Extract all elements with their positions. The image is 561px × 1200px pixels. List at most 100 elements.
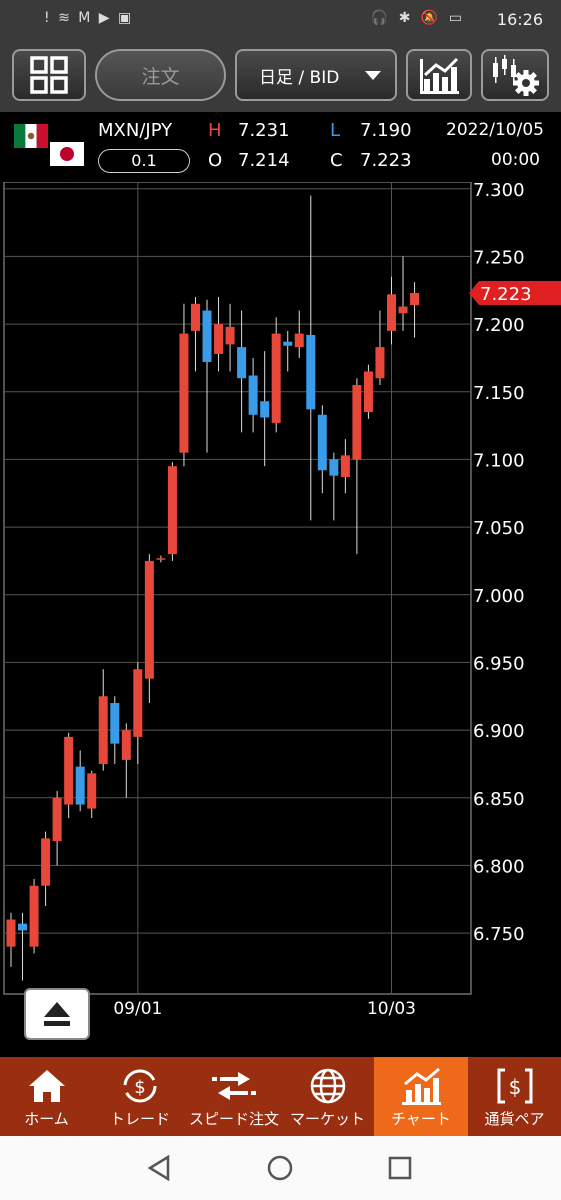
- trade-icon: $: [123, 1069, 157, 1103]
- candle-body: [167, 466, 177, 555]
- candle-body: [225, 326, 235, 345]
- candle-body: [352, 385, 362, 460]
- high-value: 7.231: [238, 120, 290, 141]
- home-circle-icon[interactable]: [266, 1154, 294, 1182]
- indicator-chart-icon: [420, 57, 459, 94]
- y-tick-label: 6.950: [473, 653, 525, 674]
- svg-text:$: $: [134, 1077, 145, 1098]
- candle-body: [283, 341, 293, 346]
- status-right-icons: 🎧 ✱ 🔕 ▭: [370, 10, 465, 26]
- y-tick-label: 7.000: [473, 586, 525, 607]
- y-tick-label: 7.250: [473, 247, 525, 268]
- candle-body: [190, 303, 200, 331]
- y-tick-label: 7.300: [473, 182, 525, 201]
- candle-body: [237, 347, 247, 379]
- order-button[interactable]: 注文: [95, 49, 226, 101]
- tab-chart[interactable]: チャート: [374, 1057, 468, 1136]
- tab-currency-pair[interactable]: $ 通貨ペア: [468, 1057, 561, 1136]
- y-tick-label: 7.200: [473, 315, 525, 336]
- candle-body: [260, 401, 270, 418]
- candle-body: [64, 736, 74, 805]
- candle-body: [398, 306, 408, 314]
- plot-border: [3, 182, 472, 995]
- candlestick-chart[interactable]: 7.300 7.250 7.200 7.150 7.100 7.050 7.000 6.950…: [0, 182, 561, 1057]
- candle-body: [375, 347, 385, 379]
- chart-settings-button[interactable]: [481, 49, 549, 101]
- candle-body: [202, 310, 212, 362]
- candle-body: [306, 334, 316, 410]
- candle-body: [98, 696, 108, 764]
- period-label: 日足 / BID: [259, 67, 340, 88]
- toolbar: 注文 日足 / BID: [0, 42, 561, 112]
- open-label: O: [208, 150, 223, 171]
- layout-grid-button[interactable]: [12, 49, 86, 101]
- candle-body: [214, 324, 224, 354]
- low-value: 7.190: [360, 120, 412, 141]
- y-tick-label: 6.900: [473, 721, 525, 742]
- candle-body: [41, 838, 51, 886]
- lot-size-field[interactable]: 0.1: [98, 149, 190, 173]
- open-value: 7.214: [238, 150, 290, 171]
- candle-body: [271, 333, 281, 423]
- candle-body: [87, 773, 97, 809]
- candle-body: [144, 560, 154, 679]
- tab-trade[interactable]: $ トレード: [93, 1057, 187, 1136]
- candle-body: [248, 375, 258, 415]
- tab-market[interactable]: マーケット: [281, 1057, 374, 1136]
- candle-body: [52, 797, 62, 842]
- collapse-panel-button[interactable]: [24, 988, 90, 1040]
- chart-grid: [3, 182, 472, 995]
- speed-order-icon: [212, 1072, 256, 1100]
- y-tick-label: 6.800: [473, 856, 525, 877]
- candle-body: [156, 558, 166, 560]
- candle-date: 2022/10/05: [446, 120, 544, 140]
- back-icon[interactable]: [146, 1154, 174, 1182]
- tab-currency-pair-label: 通貨ペア: [484, 1110, 545, 1128]
- candle-body: [18, 923, 28, 931]
- low-label: L: [330, 120, 341, 141]
- currency-pair-icon: $: [497, 1068, 532, 1104]
- recents-icon[interactable]: [386, 1154, 414, 1182]
- x-tick-label: 10/03: [367, 999, 416, 1019]
- candle-body: [363, 371, 373, 413]
- candle-body: [6, 919, 16, 947]
- close-label: C: [330, 150, 343, 171]
- candle-settings-icon: [493, 55, 539, 96]
- home-icon: [28, 1070, 65, 1102]
- status-time: 16:26: [496, 10, 543, 29]
- status-bar: ! ≋ M ▶ ▣ 🎧 ✱ 🔕 ▭ 16:26: [0, 0, 561, 42]
- candle-time: 00:00: [491, 150, 540, 170]
- caret-down-icon: [365, 71, 381, 80]
- candle-body: [133, 669, 143, 737]
- currency-pair-label: MXN/JPY: [98, 120, 173, 141]
- tab-trade-label: トレード: [109, 1110, 170, 1128]
- indicator-button[interactable]: [406, 49, 472, 101]
- period-select[interactable]: 日足 / BID: [235, 49, 397, 101]
- tab-home[interactable]: ホーム: [0, 1057, 93, 1136]
- candle-body: [75, 766, 85, 805]
- candle-body: [179, 333, 189, 453]
- tab-market-label: マーケット: [289, 1110, 365, 1128]
- candle-body: [110, 703, 120, 744]
- last-price-marker: 7.223: [469, 280, 561, 305]
- y-tick-label: 7.100: [473, 450, 525, 471]
- y-tick-label: 6.850: [473, 789, 525, 810]
- status-left-icons: ! ≋ M ▶ ▣: [44, 10, 134, 26]
- close-value: 7.223: [360, 150, 412, 171]
- market-icon: [310, 1068, 345, 1104]
- chart-icon: [402, 1067, 441, 1105]
- x-tick-label: 09/01: [113, 999, 162, 1019]
- candle-body: [29, 885, 39, 947]
- tab-speed-order-label: スピード注文: [188, 1110, 279, 1128]
- tab-speed-order[interactable]: スピード注文: [187, 1057, 281, 1136]
- japan-flag-icon: [50, 142, 84, 166]
- price-info-bar: MXN/JPY 0.1 H 7.231 O 7.214 L 7.190 C 7.…: [0, 112, 561, 182]
- candle-body: [317, 414, 327, 471]
- y-tick-label: 7.150: [473, 383, 525, 404]
- svg-text:$: $: [508, 1075, 521, 1099]
- candle-series: [6, 195, 420, 981]
- x-axis-labels: 09/01 10/03: [113, 999, 416, 1019]
- mexico-flag-icon: [14, 124, 48, 148]
- tab-chart-label: チャート: [391, 1110, 451, 1128]
- y-tick-label: 6.750: [473, 924, 525, 945]
